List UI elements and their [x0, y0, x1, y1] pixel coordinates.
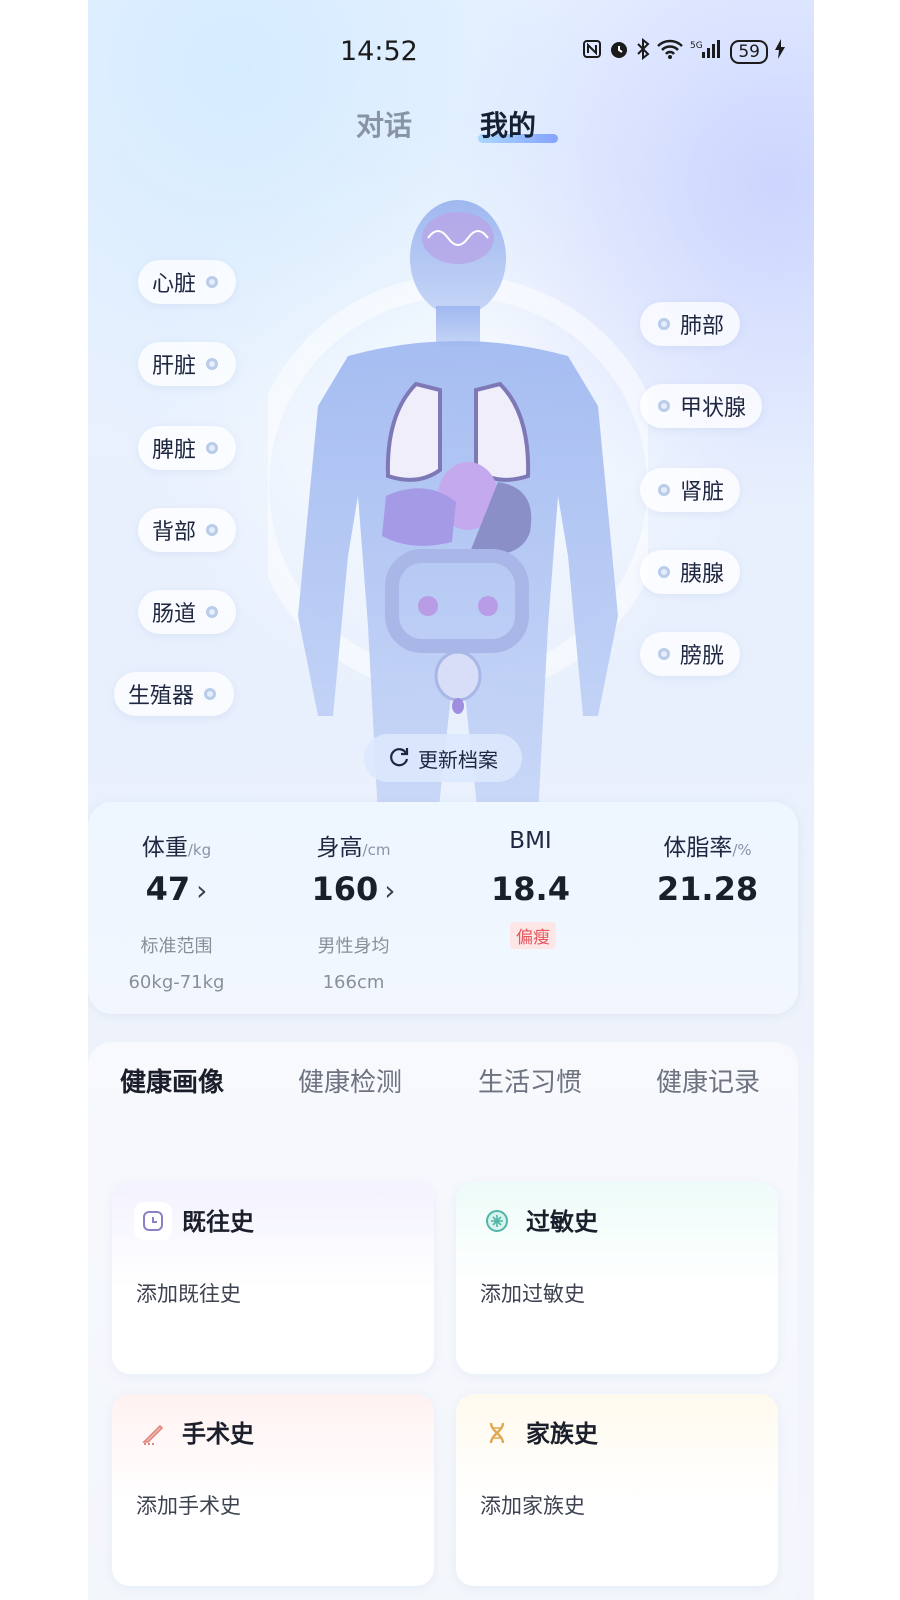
- organ-label: 胰腺: [680, 562, 725, 587]
- hotspot-dot-icon: [206, 524, 219, 536]
- organ-chip-lungs[interactable]: 肺部: [640, 302, 741, 346]
- hotspot-dot-icon: [658, 318, 670, 330]
- metric-label: 体重/kg: [141, 835, 212, 861]
- hotspot-dot-icon: [206, 276, 219, 288]
- organ-chip-thyroid[interactable]: 甲状腺: [640, 384, 763, 428]
- hotspot-dot-icon: [204, 688, 217, 700]
- organ-label: 甲状腺: [680, 396, 747, 421]
- app-screen: 14:52 5G 59 对话 我的 心脏 肝脏 脾脏 背部 肠道 生殖器 肺部 …: [88, 0, 814, 1600]
- organ-label: 肠道: [152, 602, 197, 627]
- organ-label: 脾脏: [152, 438, 197, 463]
- status-time: 14:52: [340, 36, 418, 67]
- bmi-status-badge: 偏瘦: [510, 922, 556, 949]
- clock-icon: [134, 1202, 172, 1240]
- organ-label: 肾脏: [680, 480, 725, 505]
- chevron-right-icon: ›: [196, 874, 208, 907]
- organ-chip-bladder[interactable]: 膀胱: [640, 632, 741, 676]
- charging-icon: [774, 38, 786, 65]
- hotspot-dot-icon: [658, 566, 670, 578]
- card-title: 过敏史: [526, 1208, 598, 1236]
- chevron-right-icon: ›: [384, 874, 396, 907]
- organ-label: 肺部: [680, 314, 725, 339]
- nfc-icon: [582, 39, 602, 64]
- hotspot-dot-icon: [206, 358, 219, 370]
- organ-chip-genitals[interactable]: 生殖器: [114, 672, 235, 716]
- organ-chip-heart[interactable]: 心脏: [138, 260, 237, 304]
- add-family-history-link[interactable]: 添加家族史: [480, 1490, 585, 1520]
- metric-value: 47 ›: [145, 870, 208, 908]
- metric-sub-value: 166cm: [322, 972, 385, 993]
- body-metrics-card: 体重/kg 47 › 标准范围 60kg-71kg 身高/cm 160 › 男性身均…: [88, 802, 798, 1014]
- update-profile-label: 更新档案: [418, 747, 498, 772]
- status-icons: 5G 59: [582, 37, 786, 65]
- family-history-card[interactable]: 家族史 添加家族史: [456, 1394, 778, 1586]
- wifi-icon: [656, 38, 684, 65]
- add-surgery-history-link[interactable]: 添加手术史: [136, 1490, 241, 1520]
- add-allergy-history-link[interactable]: 添加过敏史: [480, 1278, 585, 1308]
- metric-sub-label: 标准范围: [140, 936, 213, 957]
- metric-label: 体脂率/%: [663, 835, 752, 861]
- surgery-history-card[interactable]: 手术史 添加手术史: [112, 1394, 434, 1586]
- allergy-history-card[interactable]: 过敏史 添加过敏史: [456, 1182, 778, 1374]
- 5g-signal-icon: 5G: [690, 38, 724, 65]
- organ-label: 生殖器: [128, 684, 195, 709]
- metric-value: 21.28: [656, 870, 759, 908]
- organ-label: 膀胱: [680, 644, 725, 669]
- metric-label: 身高/cm: [316, 835, 391, 861]
- allergy-icon: [478, 1202, 516, 1240]
- organ-chip-kidney[interactable]: 肾脏: [640, 468, 741, 512]
- organ-chip-spleen[interactable]: 脾脏: [138, 426, 237, 470]
- tab-mine[interactable]: 我的: [480, 104, 536, 144]
- body-anatomy-figure[interactable]: [268, 196, 648, 816]
- update-profile-button[interactable]: 更新档案: [364, 734, 522, 782]
- alarm-icon: [608, 38, 630, 65]
- tab-health-portrait[interactable]: 健康画像: [120, 1062, 224, 1099]
- add-past-history-link[interactable]: 添加既往史: [136, 1278, 241, 1308]
- card-title: 家族史: [526, 1420, 598, 1448]
- refresh-icon: [388, 745, 410, 772]
- card-title: 既往史: [182, 1208, 254, 1236]
- metric-value: 160 ›: [311, 870, 396, 908]
- metric-sub-label: 男性身均: [317, 936, 390, 957]
- organ-label: 心脏: [152, 272, 197, 297]
- metric-label: BMI: [509, 828, 552, 854]
- card-title: 手术史: [182, 1420, 254, 1448]
- hotspot-dot-icon: [206, 442, 219, 454]
- organ-chip-intestine[interactable]: 肠道: [138, 590, 237, 634]
- dna-icon: [478, 1414, 516, 1452]
- hotspot-dot-icon: [206, 606, 219, 618]
- hotspot-dot-icon: [658, 484, 670, 496]
- svg-text:5G: 5G: [690, 41, 703, 51]
- organ-chip-pancreas[interactable]: 胰腺: [640, 550, 741, 594]
- tab-health-record[interactable]: 健康记录: [656, 1062, 760, 1099]
- metric-sub-value: 60kg-71kg: [128, 972, 225, 993]
- bluetooth-icon: [636, 37, 650, 65]
- tab-chat[interactable]: 对话: [356, 104, 412, 144]
- tab-lifestyle[interactable]: 生活习惯: [478, 1062, 582, 1099]
- metric-value: 18.4: [491, 870, 570, 908]
- organ-label: 背部: [152, 520, 197, 545]
- organ-label: 肝脏: [152, 354, 197, 379]
- organ-chip-back[interactable]: 背部: [138, 508, 237, 552]
- scalpel-icon: [134, 1414, 172, 1452]
- tab-health-test[interactable]: 健康检测: [298, 1062, 402, 1099]
- hotspot-dot-icon: [658, 400, 670, 412]
- hotspot-dot-icon: [658, 648, 670, 660]
- organ-chip-liver[interactable]: 肝脏: [138, 342, 237, 386]
- past-history-card[interactable]: 既往史 添加既往史: [112, 1182, 434, 1374]
- battery-indicator: 59: [730, 39, 768, 64]
